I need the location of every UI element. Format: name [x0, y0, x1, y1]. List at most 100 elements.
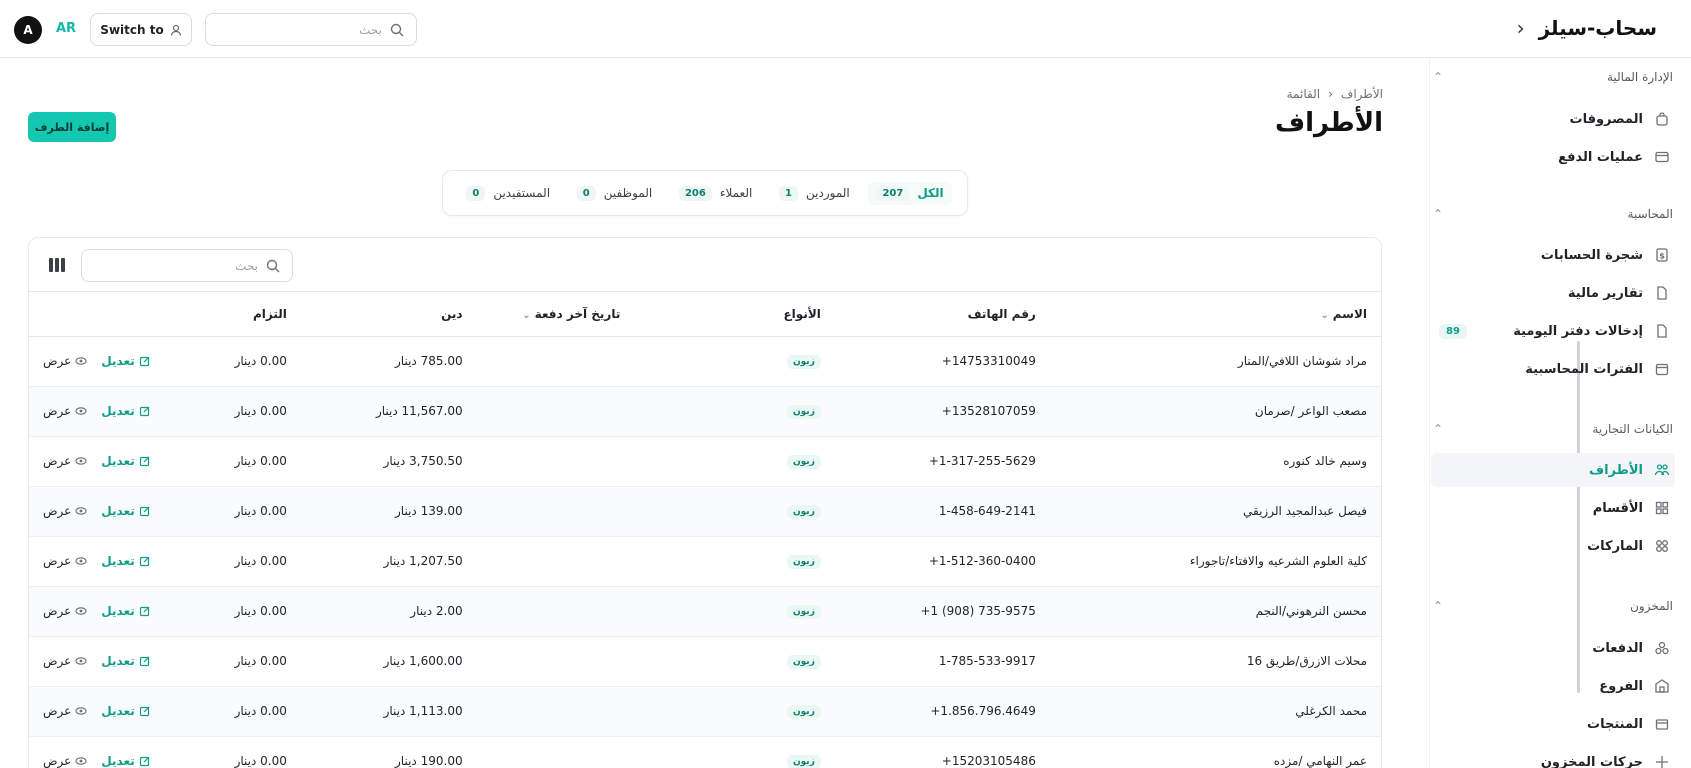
view-button[interactable]: عرض [43, 404, 87, 418]
edit-button[interactable]: تعديل [101, 754, 150, 768]
tab-beneficiaries[interactable]: المستفيدين 0 [458, 182, 558, 205]
table-row[interactable]: محسن النرهوني/النجم +1 (908) 735-9575 زب… [29, 586, 1381, 637]
sidebar-item-expenses[interactable]: المصروفات [1431, 102, 1675, 136]
sidebar-item-journal-entries[interactable]: إدخالات دفتر اليومية 89 [1431, 314, 1675, 348]
cell-phone: +14753310049 [834, 336, 1050, 387]
edit-button[interactable]: تعديل [101, 354, 150, 368]
move-icon [1653, 753, 1671, 768]
search-placeholder: بحث [235, 258, 258, 273]
sidebar-item-accounting-periods[interactable]: الفترات المحاسبية [1431, 352, 1675, 386]
tab-label: العملاء [719, 186, 753, 200]
sidebar-item-label: حركات المخزون [1540, 754, 1643, 768]
table-row[interactable]: مراد شوشان اللافي/المنار +14753310049 زب… [29, 336, 1381, 387]
table-row[interactable]: محلات الازرق/طريق 16 1-785-533-9917 زبون… [29, 636, 1381, 687]
cell-name: كلية العلوم الشرعيه والافتاء/تاجوراء [1049, 536, 1381, 587]
file-icon [1653, 284, 1671, 302]
sidebar-item-brands[interactable]: الماركات [1431, 529, 1675, 563]
cell-obligation: 0.00 دينار [164, 736, 301, 768]
edit-button[interactable]: تعديل [101, 404, 150, 418]
sidebar-section-finance[interactable]: الإدارة المالية ⌃ [1433, 70, 1673, 84]
top-bar: سحاب-سيلز ‹ بحث Switch to AR A [0, 0, 1691, 58]
table-row[interactable]: كلية العلوم الشرعيه والافتاء/تاجوراء +1-… [29, 536, 1381, 587]
view-button[interactable]: عرض [43, 354, 87, 368]
table-row[interactable]: محمد الكرغلي +1.856.796.4649 زبون 1,113.… [29, 686, 1381, 737]
switch-to-button[interactable]: Switch to [90, 13, 192, 46]
col-phone: رقم الهاتف [834, 292, 1050, 337]
table-header-row: الاسم⌄ رقم الهاتف الأنواع تاريخ آخر دفعة… [29, 292, 1381, 337]
sidebar-section-inventory[interactable]: المخزون ⌃ [1433, 599, 1673, 613]
chevron-up-icon: ⌃ [1433, 599, 1444, 613]
add-party-button[interactable]: إضافة الطرف [28, 112, 116, 142]
tab-all[interactable]: الكل 207 [868, 181, 952, 205]
cell-phone: 1-458-649-2141 [834, 486, 1050, 537]
breadcrumb: الأطراف ‹ القائمة [1287, 87, 1383, 101]
view-button[interactable]: عرض [43, 704, 87, 718]
cell-actions: تعديل عرض [29, 636, 165, 687]
dollar-file-icon: $ [1653, 246, 1671, 264]
eye-icon [75, 407, 87, 415]
language-toggle[interactable]: AR [56, 21, 76, 36]
cell-last-payment [476, 686, 635, 737]
view-button[interactable]: عرض [43, 454, 87, 468]
edit-icon [139, 406, 150, 417]
view-button[interactable]: عرض [43, 504, 87, 518]
edit-icon [139, 506, 150, 517]
sidebar-item-payments[interactable]: عمليات الدفع [1431, 140, 1675, 174]
sidebar-item-branches[interactable]: الفروع [1431, 669, 1675, 703]
store-icon [1653, 677, 1671, 695]
sidebar-item-parties[interactable]: الأطراف [1431, 453, 1675, 487]
breadcrumb-parent[interactable]: الأطراف [1341, 87, 1383, 101]
col-obligation: التزام [164, 292, 301, 337]
sidebar-divider [1429, 58, 1430, 768]
table-row[interactable]: فيصل عبدالمجيد الرزيقي 1-458-649-2141 زب… [29, 486, 1381, 537]
cell-last-payment [476, 336, 635, 387]
sidebar-item-stock-movements[interactable]: حركات المخزون [1431, 745, 1675, 768]
table-row[interactable]: عمر النهامي /مزده +15203105486 زبون 190.… [29, 736, 1381, 768]
view-button[interactable]: عرض [43, 654, 87, 668]
global-search-input[interactable]: بحث [205, 13, 417, 46]
cell-last-payment [476, 386, 635, 437]
edit-button[interactable]: تعديل [101, 504, 150, 518]
tab-customers[interactable]: العملاء 206 [671, 182, 760, 205]
avatar[interactable]: A [14, 16, 42, 44]
calendar-icon [1653, 360, 1671, 378]
sidebar-section-accounting[interactable]: المحاسبة ⌃ [1433, 207, 1673, 221]
table-row[interactable]: وسيم خالد كنوره +1-317-255-5629 زبون 3,7… [29, 436, 1381, 487]
sidebar-item-batches[interactable]: الدفعات [1431, 631, 1675, 665]
sidebar-section-business-entities[interactable]: الكيانات التجارية ⌃ [1433, 422, 1673, 436]
cell-type: زبون [634, 586, 835, 637]
sidebar-item-chart-of-accounts[interactable]: $ شجرة الحسابات [1431, 238, 1675, 272]
filter-tabs: الكل 207 الموردين 1 العملاء 206 الموظفين… [442, 170, 968, 216]
chevron-back-icon[interactable]: ‹ [1517, 16, 1525, 40]
edit-button[interactable]: تعديل [101, 654, 150, 668]
col-name[interactable]: الاسم⌄ [1049, 292, 1381, 337]
cell-phone: +1.856.796.4649 [834, 686, 1050, 737]
view-button[interactable]: عرض [43, 554, 87, 568]
cell-debt: 190.00 دينار [300, 736, 477, 768]
view-button[interactable]: عرض [43, 604, 87, 618]
cell-name: محمد الكرغلي [1049, 686, 1381, 737]
bag-icon [1653, 110, 1671, 128]
edit-icon [139, 606, 150, 617]
chevron-down-icon: ⌄ [1320, 309, 1329, 321]
edit-button[interactable]: تعديل [101, 604, 150, 618]
table-search-input[interactable]: بحث [81, 249, 293, 282]
product-icon [1653, 715, 1671, 733]
type-badge: زبون [786, 655, 821, 669]
table-row[interactable]: مصعب الواعر /صرمان +13528107059 زبون 11,… [29, 386, 1381, 437]
tab-label: المستفيدين [493, 186, 551, 200]
view-button[interactable]: عرض [43, 754, 87, 768]
sidebar-item-products[interactable]: المنتجات [1431, 707, 1675, 741]
tab-employees[interactable]: الموظفين 0 [569, 182, 660, 205]
sidebar-item-departments[interactable]: الأقسام [1431, 491, 1675, 525]
columns-icon[interactable] [49, 258, 65, 272]
tab-suppliers[interactable]: الموردين 1 [771, 182, 858, 205]
type-badge: زبون [786, 405, 821, 419]
tab-count: 207 [876, 185, 910, 201]
edit-button[interactable]: تعديل [101, 554, 150, 568]
sidebar-item-financial-reports[interactable]: تقارير مالية [1431, 276, 1675, 310]
edit-button[interactable]: تعديل [101, 454, 150, 468]
edit-button[interactable]: تعديل [101, 704, 150, 718]
col-last-payment[interactable]: تاريخ آخر دفعة⌄ [476, 292, 635, 337]
count-badge: 89 [1439, 323, 1467, 339]
